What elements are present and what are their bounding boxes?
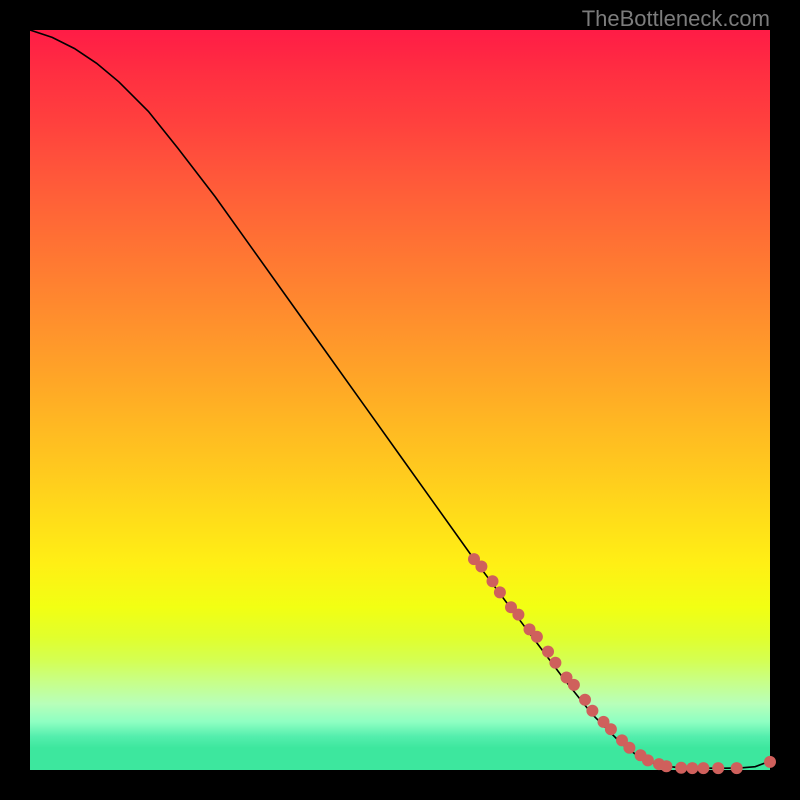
data-dot [531,631,543,643]
data-dot [686,762,698,774]
data-dot [731,762,743,774]
data-dot [568,679,580,691]
curve-layer [30,30,770,770]
highlight-dots-group [468,553,776,774]
data-dot [586,705,598,717]
data-dot [512,609,524,621]
data-dot [475,561,487,573]
data-dot [675,762,687,774]
chart-frame: TheBottleneck.com [0,0,800,800]
data-dot [487,575,499,587]
data-dot [764,756,776,768]
main-curve [30,30,770,768]
plot-area [30,30,770,770]
data-dot [494,586,506,598]
data-dot [579,694,591,706]
data-dot [642,754,654,766]
data-dot [605,723,617,735]
data-dot [697,762,709,774]
data-dot [660,760,672,772]
attribution-label: TheBottleneck.com [582,6,770,32]
data-dot [542,646,554,658]
data-dot [712,762,724,774]
data-dot [549,657,561,669]
data-dot [623,742,635,754]
